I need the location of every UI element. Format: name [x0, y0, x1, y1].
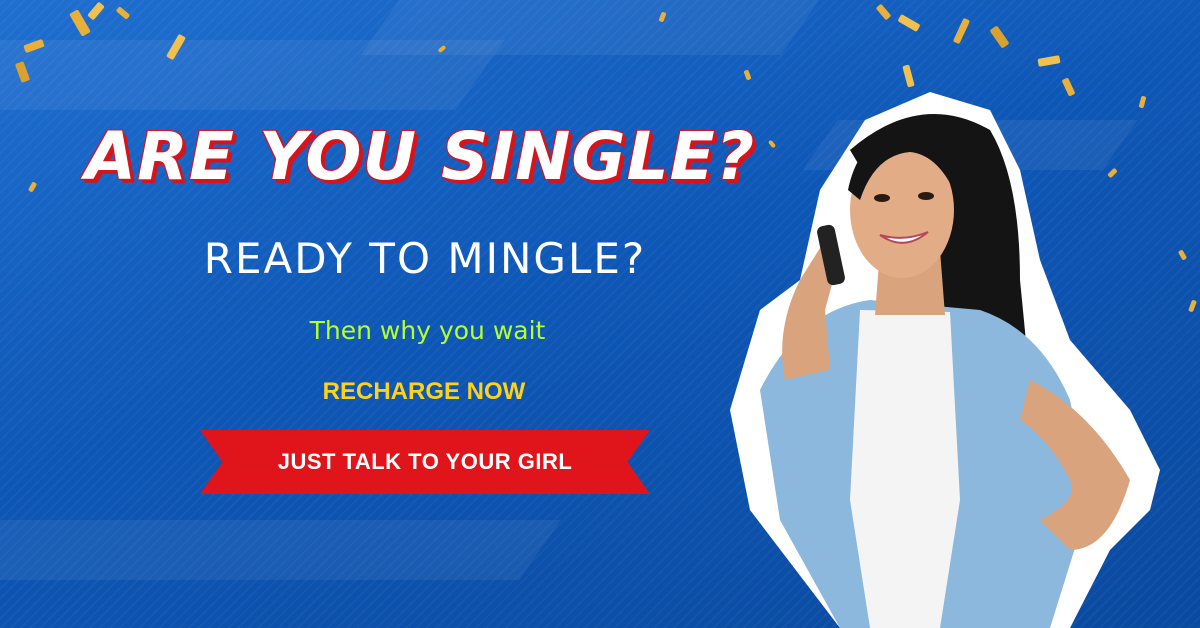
confetti-icon	[875, 3, 892, 21]
left-eye	[874, 194, 890, 202]
confetti-icon	[1188, 299, 1197, 313]
white-tshirt	[850, 310, 960, 628]
confetti-icon	[115, 6, 131, 20]
confetti-icon	[897, 14, 921, 32]
confetti-icon	[989, 25, 1010, 49]
confetti-icon	[87, 1, 105, 21]
background-band	[360, 0, 820, 55]
cta-label: JUST TALK TO YOUR GIRL	[277, 449, 573, 474]
banner-canvas: ARE YOU SINGLE? READY TO MINGLE? Then wh…	[0, 0, 1200, 628]
woman-on-phone-photo	[730, 92, 1160, 628]
confetti-icon	[952, 17, 971, 45]
confetti-icon	[1037, 55, 1061, 67]
background-band	[0, 520, 562, 580]
right-eye	[918, 192, 934, 200]
confetti-icon	[743, 69, 752, 81]
confetti-icon	[1177, 249, 1188, 261]
cta-ribbon-button[interactable]: JUST TALK TO YOUR GIRL	[200, 430, 650, 494]
